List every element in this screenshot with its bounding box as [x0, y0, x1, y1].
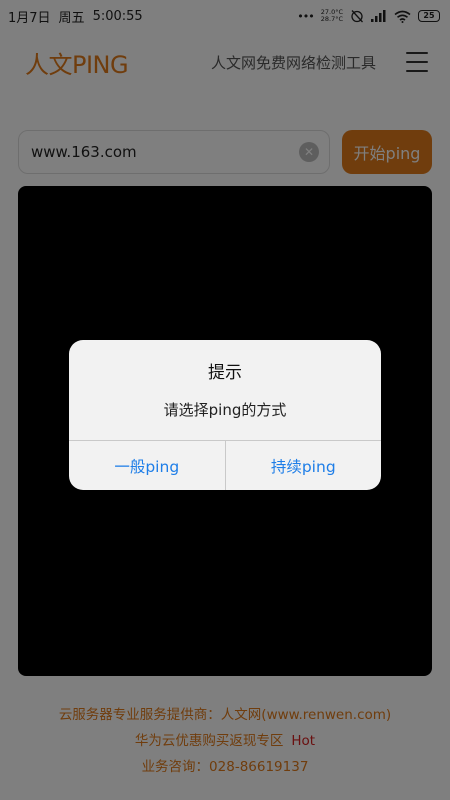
dialog-actions: 一般ping 持续ping	[69, 440, 381, 490]
dialog-message: 请选择ping的方式	[163, 401, 287, 419]
ping-mode-dialog: 提示 请选择ping的方式 一般ping 持续ping	[69, 340, 381, 490]
continuous-ping-button[interactable]: 持续ping	[224, 441, 382, 490]
screen: 1月7日 周五 5:00:55 ••• 27.0°C 28.7°C	[0, 0, 450, 800]
dialog-title: 提示	[208, 363, 242, 383]
normal-ping-button[interactable]: 一般ping	[69, 441, 225, 490]
